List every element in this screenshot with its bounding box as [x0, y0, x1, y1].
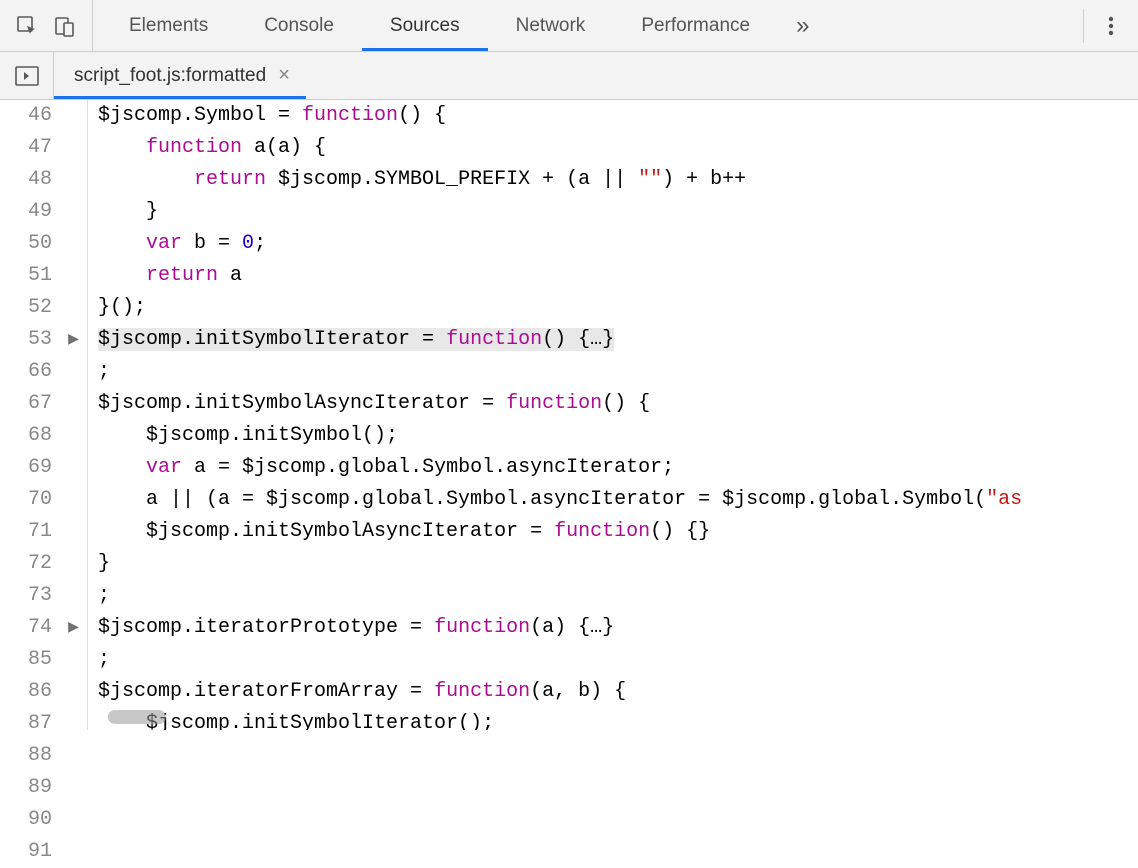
line-number: 89	[12, 772, 52, 804]
show-navigator-icon[interactable]	[0, 52, 54, 99]
code-line[interactable]: $jscomp.Symbol = function() {	[98, 100, 1138, 132]
device-toolbar-icon[interactable]	[52, 13, 78, 39]
code-line[interactable]: $jscomp.initSymbolAsyncIterator = functi…	[98, 516, 1138, 548]
fold-spacer	[60, 356, 87, 388]
line-number: 48	[12, 164, 52, 196]
separator	[1083, 9, 1084, 43]
fold-spacer	[60, 740, 87, 772]
code-line[interactable]: ;	[98, 356, 1138, 388]
line-number: 52	[12, 292, 52, 324]
fold-gutter[interactable]: ▶▶	[60, 100, 88, 730]
line-number: 67	[12, 388, 52, 420]
code-line[interactable]: $jscomp.initSymbolAsyncIterator = functi…	[98, 388, 1138, 420]
fold-spacer	[60, 260, 87, 292]
code-line[interactable]: function a(a) {	[98, 132, 1138, 164]
fold-spacer	[60, 548, 87, 580]
horizontal-scrollbar-thumb[interactable]	[108, 710, 166, 724]
code-line[interactable]: var b = 0;	[98, 228, 1138, 260]
fold-spacer	[60, 164, 87, 196]
line-number: 72	[12, 548, 52, 580]
more-tabs-chevron-icon[interactable]: »	[778, 12, 827, 40]
code-line[interactable]: }();	[98, 292, 1138, 324]
line-number: 71	[12, 516, 52, 548]
fold-spacer	[60, 388, 87, 420]
line-number: 51	[12, 260, 52, 292]
line-number: 46	[12, 100, 52, 132]
code-line[interactable]: a || (a = $jscomp.global.Symbol.asyncIte…	[98, 484, 1138, 516]
toolbar-icon-group	[8, 0, 93, 51]
line-number: 90	[12, 804, 52, 836]
tab-elements[interactable]: Elements	[101, 0, 236, 51]
line-number: 70	[12, 484, 52, 516]
file-tab[interactable]: script_foot.js:formatted ×	[54, 52, 306, 99]
line-number: 91	[12, 836, 52, 868]
fold-spacer	[60, 836, 87, 868]
fold-spacer	[60, 580, 87, 612]
code-line[interactable]: $jscomp.iteratorPrototype = function(a) …	[98, 612, 1138, 644]
line-number: 87	[12, 708, 52, 740]
code-area[interactable]: $jscomp.Symbol = function() { function a…	[88, 100, 1138, 730]
code-line[interactable]: var a = $jscomp.global.Symbol.asyncItera…	[98, 452, 1138, 484]
panel-tabs: Elements Console Sources Network Perform…	[93, 0, 1130, 51]
line-number: 69	[12, 452, 52, 484]
fold-spacer	[60, 484, 87, 516]
line-number: 53	[12, 324, 52, 356]
sources-tabstrip: script_foot.js:formatted ×	[0, 52, 1138, 100]
fold-spacer	[60, 644, 87, 676]
fold-spacer	[60, 804, 87, 836]
line-number: 88	[12, 740, 52, 772]
inspect-element-icon[interactable]	[14, 13, 40, 39]
code-line[interactable]: return a	[98, 260, 1138, 292]
devtools-toolbar: Elements Console Sources Network Perform…	[0, 0, 1138, 52]
fold-spacer	[60, 676, 87, 708]
file-tab-label: script_foot.js:formatted	[74, 65, 266, 87]
fold-spacer	[60, 452, 87, 484]
code-line[interactable]: ;	[98, 644, 1138, 676]
fold-spacer	[60, 228, 87, 260]
fold-arrow-icon[interactable]: ▶	[60, 324, 87, 356]
line-number: 68	[12, 420, 52, 452]
tab-performance[interactable]: Performance	[613, 0, 778, 51]
code-line[interactable]: }	[98, 548, 1138, 580]
code-editor[interactable]: 4647484950515253666768697071727374858687…	[0, 100, 1138, 730]
code-line[interactable]: ;	[98, 580, 1138, 612]
code-line[interactable]: return $jscomp.SYMBOL_PREFIX + (a || "")…	[98, 164, 1138, 196]
line-number-gutter: 4647484950515253666768697071727374858687…	[0, 100, 60, 730]
line-number: 66	[12, 356, 52, 388]
line-number: 73	[12, 580, 52, 612]
tab-sources[interactable]: Sources	[362, 0, 488, 51]
fold-spacer	[60, 100, 87, 132]
code-line[interactable]: $jscomp.initSymbolIterator();	[98, 708, 1138, 730]
fold-spacer	[60, 132, 87, 164]
close-icon[interactable]: ×	[278, 64, 290, 87]
code-line[interactable]: $jscomp.iteratorFromArray = function(a, …	[98, 676, 1138, 708]
settings-kebab-icon[interactable]	[1092, 14, 1130, 38]
line-number: 85	[12, 644, 52, 676]
fold-spacer	[60, 772, 87, 804]
code-line[interactable]: }	[98, 196, 1138, 228]
line-number: 50	[12, 228, 52, 260]
fold-spacer	[60, 708, 87, 740]
fold-arrow-icon[interactable]: ▶	[60, 612, 87, 644]
line-number: 74	[12, 612, 52, 644]
tab-console[interactable]: Console	[236, 0, 362, 51]
tab-network[interactable]: Network	[488, 0, 614, 51]
code-line[interactable]: $jscomp.initSymbol();	[98, 420, 1138, 452]
fold-spacer	[60, 420, 87, 452]
fold-spacer	[60, 196, 87, 228]
line-number: 47	[12, 132, 52, 164]
fold-spacer	[60, 292, 87, 324]
code-line[interactable]: $jscomp.initSymbolIterator = function() …	[98, 324, 1138, 356]
line-number: 49	[12, 196, 52, 228]
fold-spacer	[60, 516, 87, 548]
line-number: 86	[12, 676, 52, 708]
